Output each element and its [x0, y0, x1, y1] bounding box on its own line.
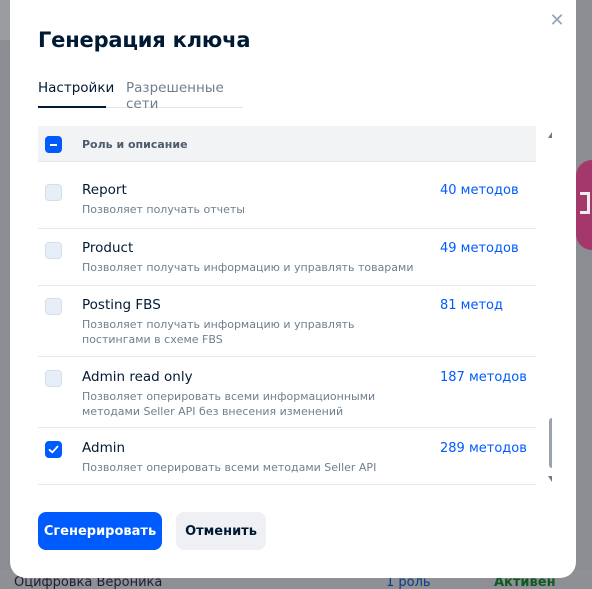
- role-methods-link[interactable]: 40 методов: [440, 183, 519, 198]
- cancel-button[interactable]: Отменить: [176, 512, 266, 550]
- table-row: Product Позволяет получать информацию и …: [38, 229, 536, 286]
- role-methods-link[interactable]: 81 метод: [440, 298, 503, 313]
- role-checkbox-product[interactable]: [45, 242, 62, 259]
- role-name: Admin read only: [82, 369, 193, 385]
- generate-key-modal: ✕ Генерация ключа Настройки Разрешенные …: [10, 0, 576, 578]
- role-description: Позволяет получать отчеты: [82, 203, 245, 216]
- role-description: Позволяет получать информацию и управлят…: [82, 261, 414, 274]
- role-methods-link[interactable]: 187 методов: [440, 370, 527, 385]
- close-icon[interactable]: ✕: [548, 12, 566, 30]
- active-tab-indicator: [38, 106, 106, 108]
- role-checkbox-admin-read-only[interactable]: [45, 370, 62, 387]
- column-header-role: Роль и описание: [82, 138, 188, 151]
- role-name: Admin: [82, 440, 126, 456]
- modal-title: Генерация ключа: [38, 28, 251, 52]
- table-row: Admin Позволяет оперировать всеми метода…: [38, 428, 536, 485]
- select-all-checkbox[interactable]: [45, 136, 62, 153]
- scroll-up-icon[interactable]: [548, 132, 552, 138]
- role-methods-link[interactable]: 289 методов: [440, 441, 527, 456]
- roles-table: Роль и описание Report Позволяет получат…: [38, 126, 552, 488]
- table-row: Admin read only Позволяет оперировать вс…: [38, 357, 536, 428]
- check-icon: [48, 445, 59, 454]
- role-name: Product: [82, 240, 134, 256]
- scroll-down-icon[interactable]: [548, 476, 552, 482]
- role-description: Позволяет получать информацию и управлят…: [82, 318, 355, 346]
- tab-allowed-networks[interactable]: Разрешенные сети: [126, 80, 243, 112]
- table-row: Posting FBS Позволяет получать информаци…: [38, 286, 536, 357]
- role-checkbox-admin[interactable]: [45, 441, 62, 458]
- role-name: Posting FBS: [82, 297, 161, 313]
- tabs: Настройки Разрешенные сети: [38, 80, 243, 112]
- role-checkbox-report[interactable]: [45, 184, 62, 201]
- role-name: Report: [82, 182, 127, 198]
- table-header: Роль и описание: [38, 126, 536, 162]
- tab-settings[interactable]: Настройки: [38, 80, 114, 96]
- table-row: Report Позволяет получать отчеты 40 мето…: [38, 172, 536, 229]
- scrollbar-thumb[interactable]: [549, 418, 552, 468]
- generate-button[interactable]: Сгенерировать: [38, 512, 162, 550]
- role-description: Позволяет оперировать всеми информационн…: [82, 390, 376, 418]
- role-methods-link[interactable]: 49 методов: [440, 241, 519, 256]
- background-promo-mark: [580, 192, 590, 214]
- role-checkbox-posting-fbs[interactable]: [45, 298, 62, 315]
- role-description: Позволяет оперировать всеми методами Sel…: [82, 461, 377, 474]
